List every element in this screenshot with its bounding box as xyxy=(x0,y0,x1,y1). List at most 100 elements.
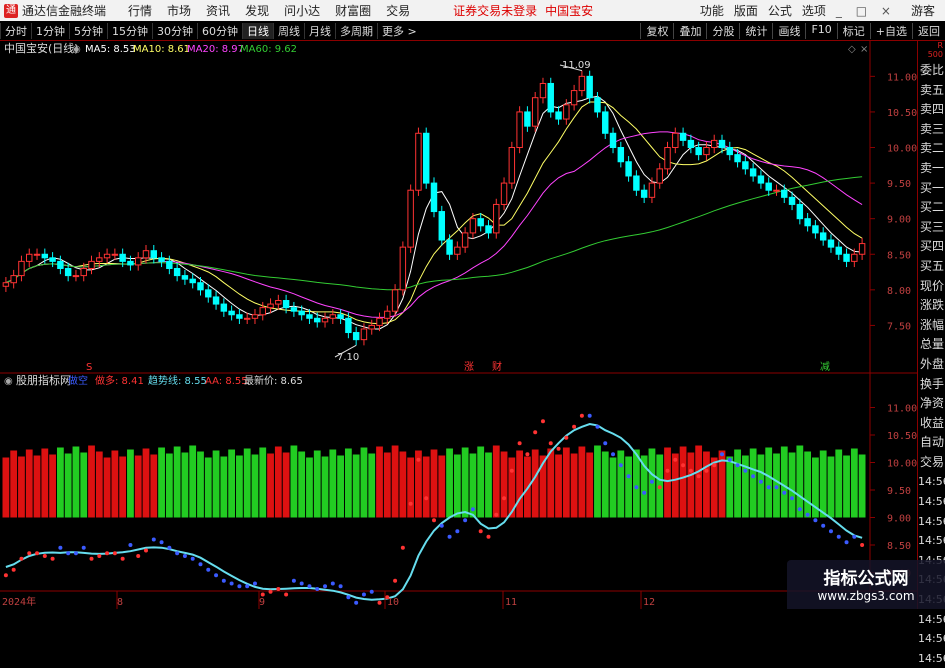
indicator-bar xyxy=(267,453,274,518)
overlay-button[interactable]: 叠加 xyxy=(673,22,706,39)
quote-item[interactable]: 交易 xyxy=(918,453,945,473)
signal-dot xyxy=(66,551,71,556)
restore-rights-button[interactable]: 复权 xyxy=(640,22,673,39)
period-more[interactable]: 更多 > xyxy=(377,22,421,39)
signal-dot xyxy=(735,463,740,468)
draw-line-button[interactable]: 画线 xyxy=(772,22,805,39)
quote-item[interactable]: 现价 xyxy=(918,277,945,297)
signal-dot xyxy=(27,551,32,556)
menu-item-options[interactable]: 选项 xyxy=(802,2,826,19)
candles xyxy=(2,70,866,346)
event-marker-reduce[interactable]: 减 xyxy=(820,361,830,373)
candle-body xyxy=(446,239,453,255)
app-title: 通达信金融终端 xyxy=(22,4,107,18)
period-monthly[interactable]: 月线 xyxy=(304,22,335,39)
menu-item-ask[interactable]: 问小达 xyxy=(284,2,320,19)
period-daily[interactable]: 日线 xyxy=(242,22,273,39)
menu-item-function[interactable]: 功能 xyxy=(700,2,724,19)
candle-body xyxy=(228,310,235,316)
menu-item-discover[interactable]: 发现 xyxy=(245,2,269,19)
quote-item[interactable]: 总量 xyxy=(918,335,945,355)
sub-y-tick-label: 9.50 xyxy=(887,486,911,497)
quote-item[interactable]: 外盘 xyxy=(918,355,945,375)
quote-item[interactable]: 自动 xyxy=(918,433,945,453)
event-marker-rise[interactable]: 涨 xyxy=(464,361,474,373)
indicator-bar xyxy=(88,445,95,518)
menu-item-layout[interactable]: 版面 xyxy=(734,2,758,19)
quote-item[interactable]: 换手 xyxy=(918,375,945,395)
event-marker-s[interactable]: S xyxy=(86,362,92,373)
quote-item[interactable]: 卖五 xyxy=(918,81,945,101)
login-warning[interactable]: 证券交易未登录 xyxy=(453,2,537,19)
candle-body xyxy=(88,260,95,269)
split-button[interactable]: 分股 xyxy=(706,22,739,39)
minimize-icon[interactable]: _ xyxy=(836,4,842,18)
quote-item[interactable]: 买三 xyxy=(918,218,945,238)
indicator-bar xyxy=(56,447,64,518)
legend-last-price: 最新价: 8.65 xyxy=(244,374,303,387)
dropdown-icon[interactable]: ◉ xyxy=(72,44,81,55)
indicator-bar xyxy=(352,454,360,518)
app-logo-icon: 通 xyxy=(4,3,18,18)
mark-button[interactable]: 标记 xyxy=(836,22,870,39)
indicator-bar xyxy=(344,448,352,518)
quote-item[interactable]: 卖一 xyxy=(918,159,945,179)
quote-item[interactable]: 卖三 xyxy=(918,120,945,140)
menu-item-market[interactable]: 行情 xyxy=(128,2,152,19)
quote-item[interactable]: 净资 xyxy=(918,394,945,414)
quote-item[interactable]: 买四 xyxy=(918,237,945,257)
main-price-axis: 11.00 10.50 10.00 9.50 9.00 8.50 8.00 7.50 xyxy=(870,72,917,332)
period-30min[interactable]: 30分钟 xyxy=(152,22,197,39)
sub-dropdown-icon[interactable]: ◉ xyxy=(4,376,13,387)
menu-item-wealth[interactable]: 财富圈 xyxy=(335,2,371,19)
indicator-bar xyxy=(485,452,492,518)
period-intraday[interactable]: 分时 xyxy=(0,22,31,39)
f10-button[interactable]: F10 xyxy=(805,22,836,39)
indicator-bar xyxy=(492,445,500,518)
user-label[interactable]: 游客 xyxy=(911,2,935,19)
quote-item[interactable]: 收益 xyxy=(918,414,945,434)
period-5min[interactable]: 5分钟 xyxy=(69,22,107,39)
period-15min[interactable]: 15分钟 xyxy=(107,22,152,39)
indicator-bar xyxy=(181,452,189,518)
quote-item[interactable]: 委比 xyxy=(918,61,945,81)
indicator-bar xyxy=(601,451,609,518)
menu-item-news[interactable]: 资讯 xyxy=(206,2,230,19)
signal-dot xyxy=(548,441,553,446)
maximize-icon[interactable]: □ xyxy=(856,4,867,18)
period-multi[interactable]: 多周期 xyxy=(335,22,377,39)
event-marker-finance[interactable]: 财 xyxy=(492,360,502,373)
panel-close-icon[interactable]: × xyxy=(860,44,868,55)
close-icon[interactable]: × xyxy=(881,4,891,18)
kline-chart[interactable]: 中国宝安(日线) ◉ MA5: 8.53 MA10: 8.61 MA20: 8.… xyxy=(0,41,945,609)
stats-button[interactable]: 统计 xyxy=(739,22,772,39)
signal-dot xyxy=(214,573,219,578)
period-weekly[interactable]: 周线 xyxy=(273,22,304,39)
period-1min[interactable]: 1分钟 xyxy=(31,22,69,39)
signal-dot xyxy=(182,554,187,558)
signal-dot xyxy=(844,540,849,545)
quote-item[interactable]: 买一 xyxy=(918,179,945,199)
sub-price-axis: 11.0010.5010.009.509.008.508.00 xyxy=(870,404,917,580)
quote-item[interactable]: 卖二 xyxy=(918,139,945,159)
settings-icon[interactable]: ◇ xyxy=(848,44,856,55)
legend-trend: 趋势线: 8.55 xyxy=(148,374,207,387)
quote-item[interactable]: 买五 xyxy=(918,257,945,277)
quote-item[interactable]: 买二 xyxy=(918,198,945,218)
indicator-bars xyxy=(2,445,866,518)
menu-item-trade[interactable]: 交易 xyxy=(386,2,410,19)
candle-body xyxy=(72,275,80,278)
menu-item-markets[interactable]: 市场 xyxy=(167,2,191,19)
legend-short: 做空 xyxy=(68,374,88,387)
quote-item[interactable]: 涨跌 xyxy=(918,296,945,316)
candle-body xyxy=(158,257,165,262)
period-60min[interactable]: 60分钟 xyxy=(197,22,242,39)
indicator-bar xyxy=(664,447,671,518)
quote-item[interactable]: 涨幅 xyxy=(918,316,945,336)
add-watchlist-button[interactable]: +自选 xyxy=(869,22,912,39)
back-button[interactable]: 返回 xyxy=(912,22,945,39)
ma10-label: MA10: 8.61 xyxy=(133,44,190,55)
candle-body xyxy=(391,289,399,312)
menu-item-formula[interactable]: 公式 xyxy=(768,2,792,19)
quote-item[interactable]: 卖四 xyxy=(918,100,945,120)
